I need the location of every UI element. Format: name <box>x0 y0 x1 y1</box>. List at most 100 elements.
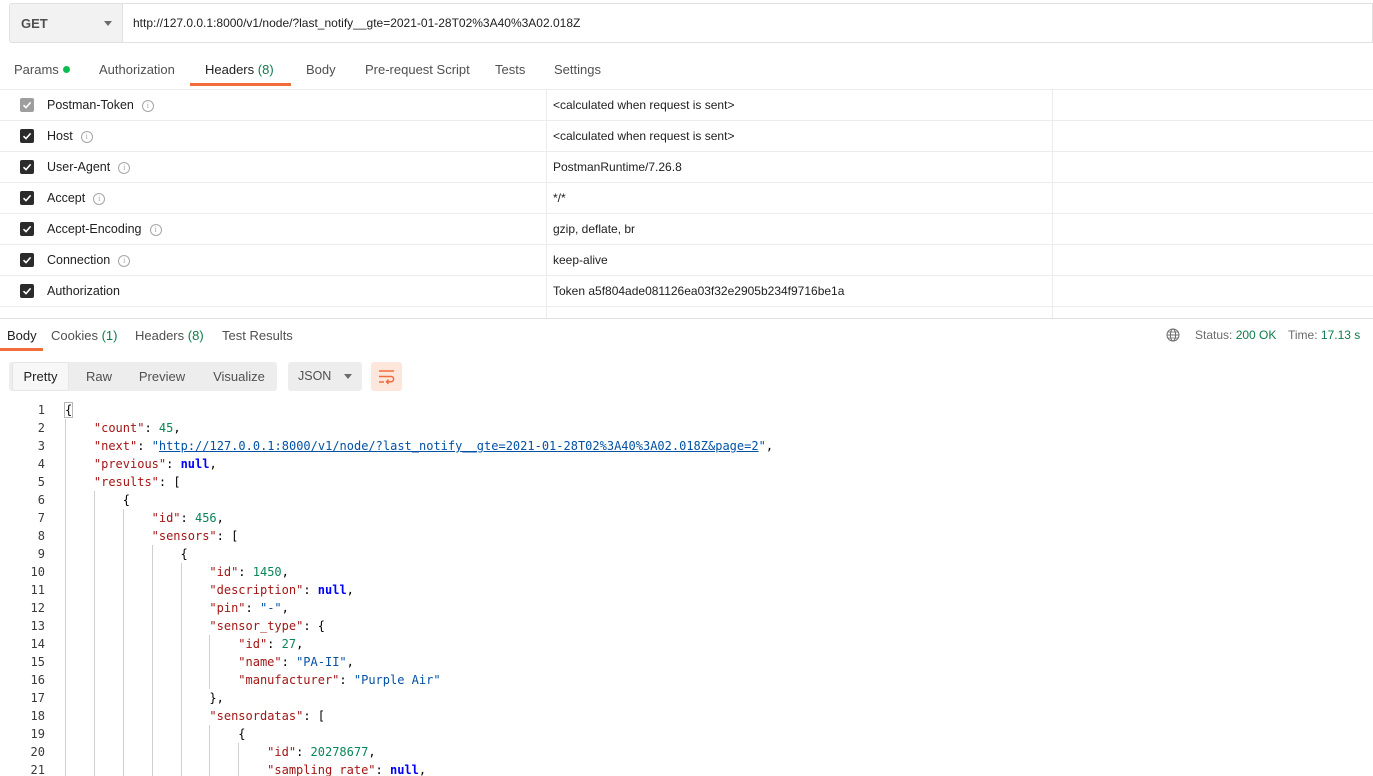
code-token: { <box>63 402 74 418</box>
info-icon[interactable]: i <box>80 131 93 143</box>
header-checkbox[interactable] <box>20 222 34 236</box>
code-token: "manufacturer" <box>238 673 340 687</box>
code-text: { <box>123 491 130 509</box>
code-token: 27 <box>281 637 297 651</box>
response-tabs: Body Cookies (1) Headers (8) Test Result… <box>0 319 1373 351</box>
code-token: "sensors" <box>151 529 217 543</box>
tab-response-headers[interactable]: Headers (8) <box>135 328 204 343</box>
tab-response-body[interactable]: Body <box>7 328 37 343</box>
indent-guide <box>238 743 240 776</box>
header-key[interactable]: Host i <box>47 129 93 143</box>
info-icon[interactable]: i <box>118 162 131 174</box>
header-value[interactable]: <calculated when request is sent> <box>553 98 734 112</box>
code-text: "next": "http://127.0.0.1:8000/v1/node/?… <box>94 437 773 455</box>
wrap-lines-button[interactable] <box>371 362 402 391</box>
info-icon[interactable]: i <box>118 255 131 267</box>
info-icon[interactable]: i <box>149 224 162 236</box>
header-key[interactable]: Postman-Token i <box>47 98 154 112</box>
format-select[interactable]: JSON <box>288 362 362 391</box>
table-row: Host i <calculated when request is sent> <box>0 121 1373 152</box>
tab-pre-request-script[interactable]: Pre-request Script <box>365 62 470 77</box>
code-token: : <box>180 511 195 525</box>
code-token: , <box>368 745 376 759</box>
response-status[interactable]: Status: 200 OK <box>1195 328 1276 342</box>
header-key[interactable]: Accept i <box>47 191 106 205</box>
code-text: "manufacturer": "Purple Air" <box>238 671 440 689</box>
response-body-editor[interactable]: 1{2 "count": 45, 3 "next": "http://127.0.0.… <box>0 400 1373 776</box>
header-key[interactable]: User-Agent i <box>47 160 131 174</box>
code-token: null <box>180 457 210 471</box>
tab-settings[interactable]: Settings <box>554 62 601 77</box>
tab-response-headers-count: (8) <box>187 328 204 343</box>
table-row: Authorization Token a5f804ade081126ea03f… <box>0 276 1373 307</box>
tab-headers-label: Headers <box>205 62 255 77</box>
tab-params[interactable]: Params <box>14 62 70 77</box>
table-row: Accept-Encoding i gzip, deflate, br <box>0 214 1373 245</box>
header-key-text: Postman-Token <box>47 98 134 112</box>
tab-headers-count: (8) <box>257 62 274 77</box>
code-line: 21 "sampling_rate": null, <box>0 761 1373 776</box>
code-text: { <box>63 401 74 419</box>
header-value[interactable]: keep-alive <box>553 253 608 267</box>
header-checkbox[interactable] <box>20 253 34 267</box>
code-token: 20278677 <box>310 745 369 759</box>
header-value[interactable]: PostmanRuntime/7.26.8 <box>553 160 682 174</box>
line-number: 6 <box>37 493 45 507</box>
link-text[interactable]: http://127.0.0.1:8000/v1/node/?last_noti… <box>159 439 759 453</box>
header-checkbox[interactable] <box>20 191 34 205</box>
check-icon <box>22 287 32 295</box>
response-time[interactable]: Time: 17.13 s <box>1288 328 1360 342</box>
status-label: Status: <box>1195 328 1233 342</box>
info-icon[interactable]: i <box>93 193 106 205</box>
chevron-down-icon <box>344 374 352 379</box>
header-value[interactable]: gzip, deflate, br <box>553 222 635 236</box>
code-token: : [ <box>303 709 325 723</box>
tab-tests-label: Tests <box>495 62 526 77</box>
tab-test-results[interactable]: Test Results <box>222 328 293 343</box>
code-text: "id": 456, <box>152 509 224 527</box>
line-number: 21 <box>30 763 45 776</box>
wrap-lines-icon <box>379 370 395 385</box>
header-checkbox[interactable] <box>20 98 34 112</box>
code-text: "previous": null, <box>94 455 217 473</box>
tab-headers[interactable]: Headers (8) <box>205 62 274 77</box>
line-number: 10 <box>30 565 45 579</box>
code-line: 16 "manufacturer": "Purple Air" <box>0 671 1373 689</box>
header-checkbox[interactable] <box>20 284 34 298</box>
view-raw-button[interactable]: Raw <box>75 362 123 391</box>
tab-tests[interactable]: Tests <box>495 62 525 77</box>
tab-response-body-label: Body <box>7 328 37 343</box>
code-line: 17}, <box>0 689 1373 707</box>
url-input[interactable]: http://127.0.0.1:8000/v1/node/?last_noti… <box>123 3 1373 43</box>
code-text: "sampling_rate": null, <box>267 761 426 776</box>
header-key[interactable]: Authorization <box>47 284 120 298</box>
tab-cookies[interactable]: Cookies (1) <box>51 328 117 343</box>
header-value[interactable]: Token a5f804ade081126ea03f32e2905b234f97… <box>553 284 844 298</box>
table-row: User-Agent i PostmanRuntime/7.26.8 <box>0 152 1373 183</box>
header-key[interactable]: Connection i <box>47 253 131 267</box>
code-line: 13 "sensor_type": { <box>0 617 1373 635</box>
code-line: 7 "id": 456, <box>0 509 1373 527</box>
header-key[interactable]: Accept-Encoding i <box>47 222 162 236</box>
view-preview-button[interactable]: Preview <box>131 362 193 391</box>
header-checkbox[interactable] <box>20 160 34 174</box>
tab-authorization[interactable]: Authorization <box>99 62 175 77</box>
code-token: "sensordatas" <box>209 709 304 723</box>
check-icon <box>22 132 32 140</box>
code-token: "results" <box>93 475 159 489</box>
line-number: 19 <box>30 727 45 741</box>
code-token: , <box>281 601 289 615</box>
line-number: 4 <box>37 457 45 471</box>
code-token: : <box>375 763 390 776</box>
header-value[interactable]: <calculated when request is sent> <box>553 129 734 143</box>
method-select[interactable]: GET <box>9 3 123 43</box>
header-checkbox[interactable] <box>20 129 34 143</box>
view-pretty-button[interactable]: Pretty <box>12 362 69 391</box>
tab-body[interactable]: Body <box>306 62 336 77</box>
active-tab-indicator <box>0 348 43 351</box>
info-icon[interactable]: i <box>141 100 154 112</box>
view-visualize-button[interactable]: Visualize <box>207 362 271 391</box>
globe-icon[interactable] <box>1166 328 1180 342</box>
code-token: " <box>758 439 766 453</box>
header-value[interactable]: */* <box>553 191 566 205</box>
